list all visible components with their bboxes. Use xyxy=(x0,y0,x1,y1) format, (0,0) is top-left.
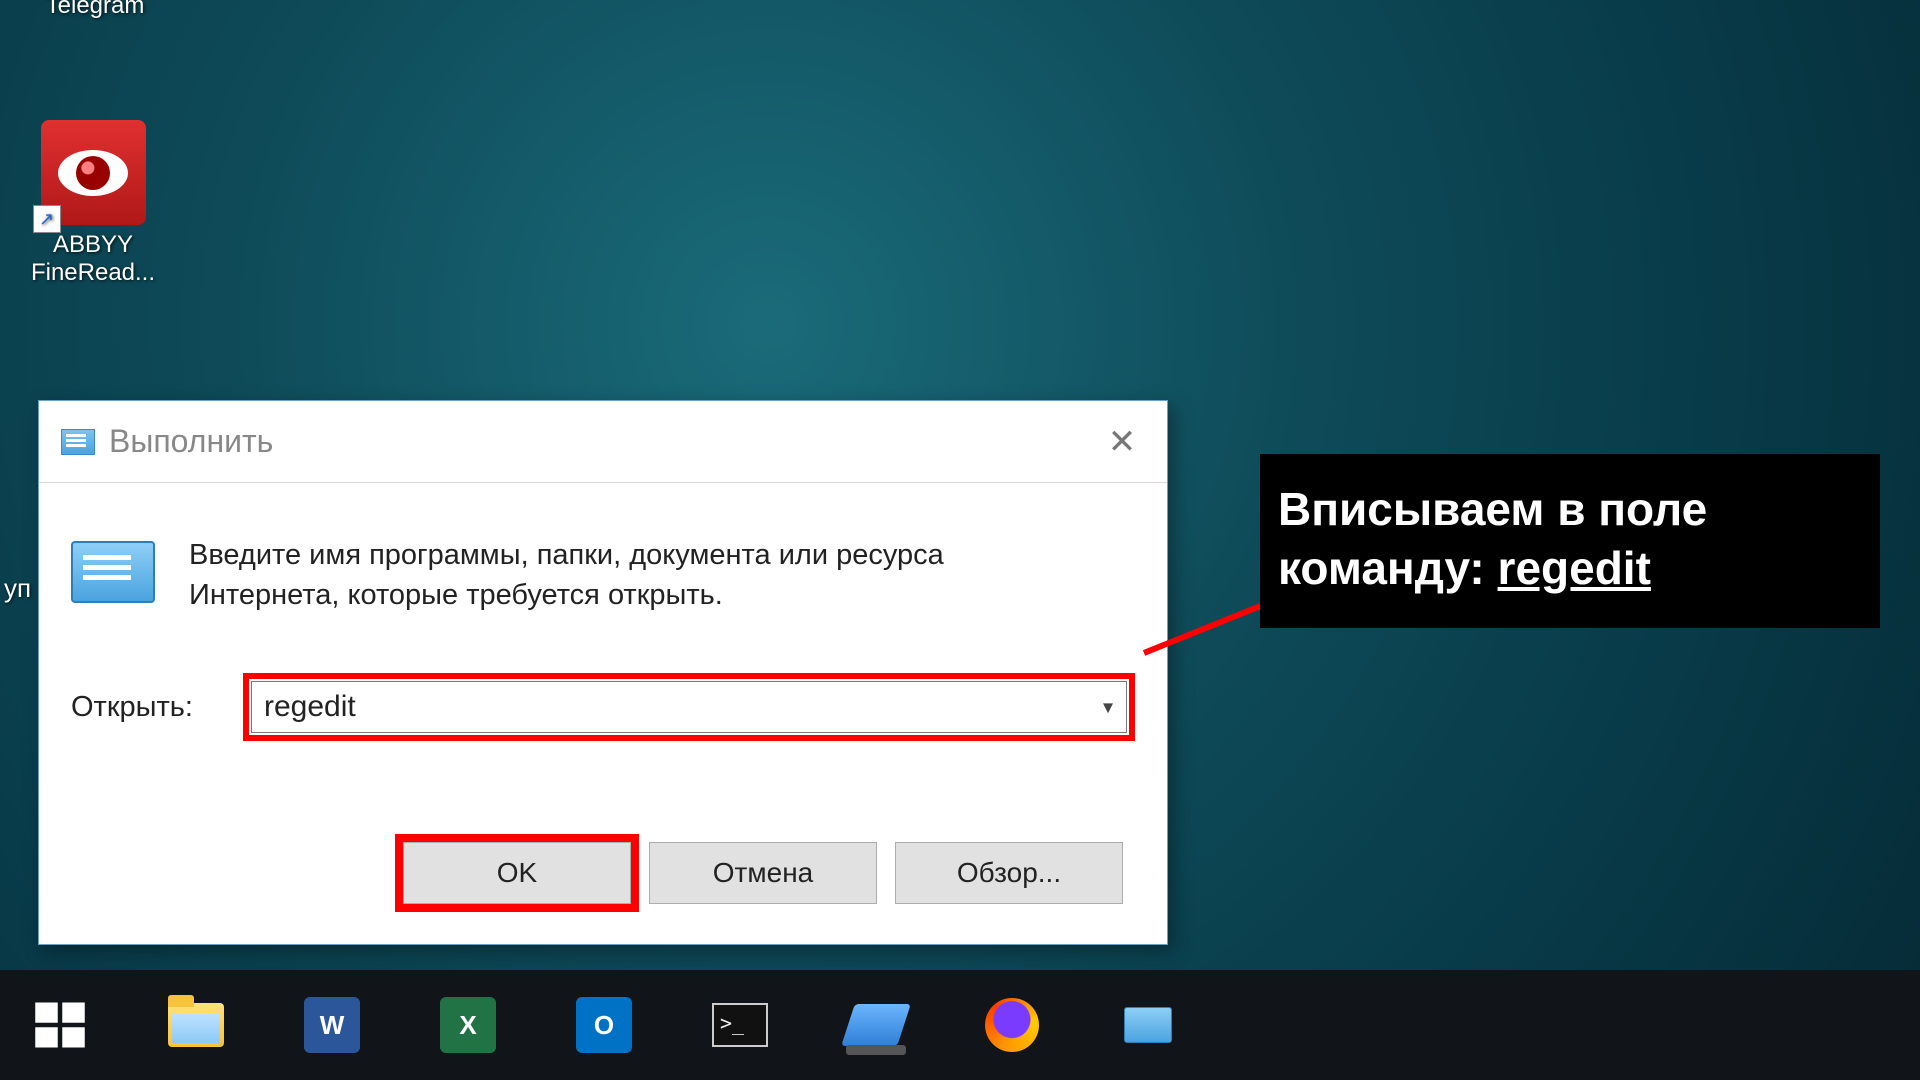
open-input[interactable] xyxy=(251,681,1127,733)
run-icon xyxy=(1124,1007,1172,1043)
dialog-description: Введите имя программы, папки, документа … xyxy=(189,535,1019,615)
windows-logo-icon xyxy=(33,998,87,1052)
open-label: Открыть: xyxy=(71,691,215,724)
annotation-callout: Вписываем в поле команду: regedit xyxy=(1260,454,1880,628)
desktop-icon-partial-label: уп xyxy=(4,573,31,604)
titlebar[interactable]: Выполнить ✕ xyxy=(39,401,1167,483)
terminal-icon xyxy=(712,1003,768,1047)
dialog-button-row: OK Отмена Обзор... xyxy=(403,842,1123,904)
close-icon: ✕ xyxy=(1108,422,1137,462)
desktop-icon-abbyy[interactable]: ↗ ABBYY FineRead... xyxy=(18,120,168,287)
taskbar-file-explorer[interactable] xyxy=(160,989,232,1061)
taskbar-excel[interactable]: X xyxy=(432,989,504,1061)
ok-button[interactable]: OK xyxy=(403,842,631,904)
abbyy-icon: ↗ xyxy=(41,120,146,225)
browse-button[interactable]: Обзор... xyxy=(895,842,1123,904)
start-button[interactable] xyxy=(24,989,96,1061)
excel-icon: X xyxy=(440,997,496,1053)
taskbar-word[interactable]: W xyxy=(296,989,368,1061)
run-dialog-icon xyxy=(71,541,155,603)
taskbar: W X O xyxy=(0,970,1920,1080)
annotation-line2-prefix: команду: xyxy=(1278,542,1498,594)
folder-icon xyxy=(168,1003,224,1047)
dialog-title: Выполнить xyxy=(109,423,273,460)
outlook-icon: O xyxy=(576,997,632,1053)
taskbar-scanner[interactable] xyxy=(840,989,912,1061)
close-button[interactable]: ✕ xyxy=(1087,414,1157,470)
desktop-icon-label: ABBYY FineRead... xyxy=(31,231,155,286)
desktop-icon-label: Telegram xyxy=(46,0,145,19)
word-icon: W xyxy=(304,997,360,1053)
taskbar-command-prompt[interactable] xyxy=(704,989,776,1061)
run-dialog: Выполнить ✕ Введите имя программы, папки… xyxy=(38,400,1168,945)
taskbar-firefox[interactable] xyxy=(976,989,1048,1061)
annotation-command: regedit xyxy=(1498,542,1651,594)
taskbar-outlook[interactable]: O xyxy=(568,989,640,1061)
shortcut-arrow-icon: ↗ xyxy=(33,205,61,233)
taskbar-run[interactable] xyxy=(1112,989,1184,1061)
scanner-icon xyxy=(841,1004,911,1046)
run-app-icon xyxy=(61,429,95,455)
desktop-icon-telegram[interactable]: Telegram xyxy=(20,0,170,20)
cancel-button[interactable]: Отмена xyxy=(649,842,877,904)
open-combobox-highlight: ▾ xyxy=(243,673,1135,741)
firefox-icon xyxy=(985,998,1039,1052)
annotation-line1: Вписываем в поле xyxy=(1278,483,1707,535)
